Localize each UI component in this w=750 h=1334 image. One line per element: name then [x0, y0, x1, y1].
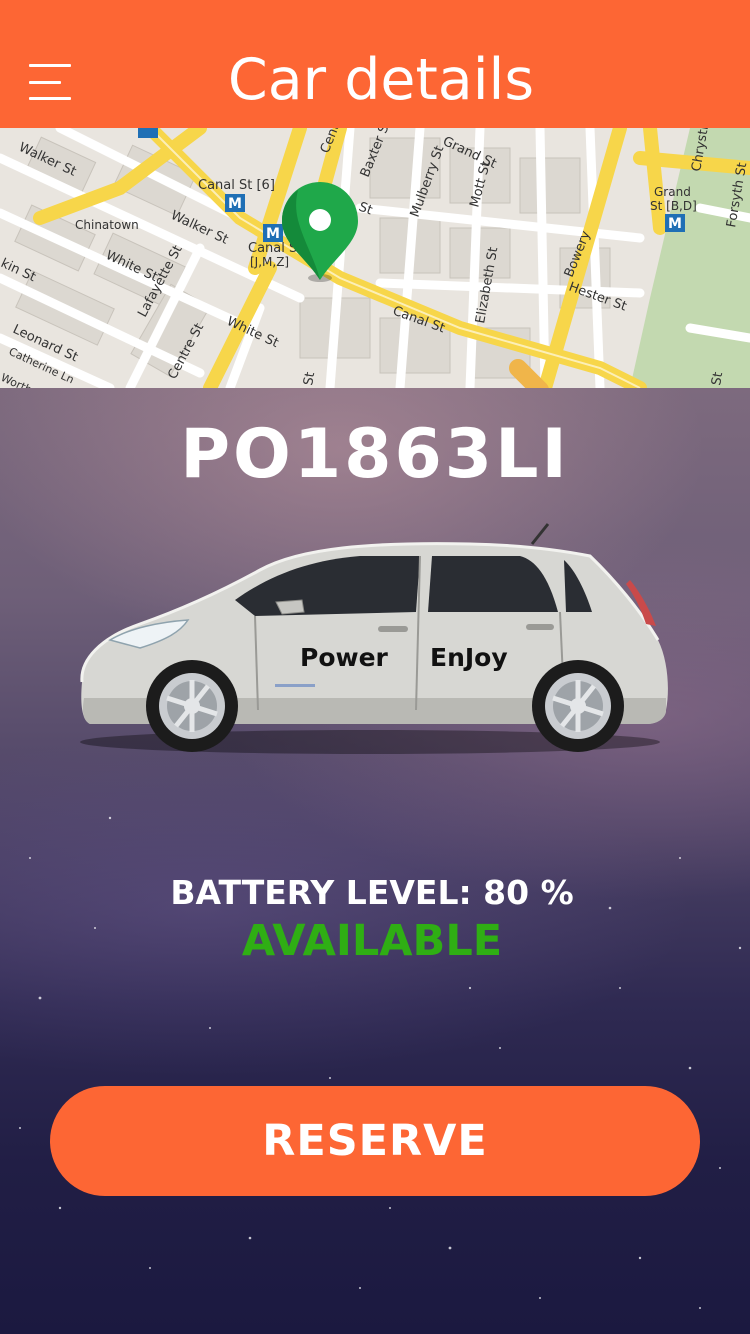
car-door-text-right: EnJoy — [430, 643, 508, 672]
street-label: St — [301, 371, 318, 387]
street-label: Chinatown — [75, 218, 139, 232]
car-image: Power EnJoy — [80, 523, 668, 754]
battery-level-label: BATTERY LEVEL: 80 % — [170, 873, 574, 912]
metro-icon: M — [266, 226, 280, 242]
street-map: M M M Walker St Canal St [6] Chinatown W… — [0, 128, 750, 388]
street-label: Canal St [6] — [198, 178, 275, 193]
street-label: St — [709, 371, 726, 387]
street-label: St [B,D] — [650, 199, 697, 213]
license-plate: PO1863LI — [180, 415, 570, 494]
availability-status: AVAILABLE — [241, 916, 503, 966]
page-title: Car details — [227, 47, 535, 113]
metro-icon: M — [228, 196, 242, 212]
metro-icon: M — [668, 216, 682, 232]
reserve-button[interactable]: RESERVE — [50, 1086, 700, 1196]
car-door-text-left: Power — [300, 643, 389, 672]
street-label: [J,M,Z] — [250, 255, 289, 269]
car-hero: PO1863LI Power EnJoy BATTERY LEVEL: 80 %… — [0, 388, 750, 1334]
street-label: Grand — [654, 185, 691, 199]
map-view[interactable]: M M M Walker St Canal St [6] Chinatown W… — [0, 128, 750, 388]
app-header: Car details — [0, 0, 750, 128]
